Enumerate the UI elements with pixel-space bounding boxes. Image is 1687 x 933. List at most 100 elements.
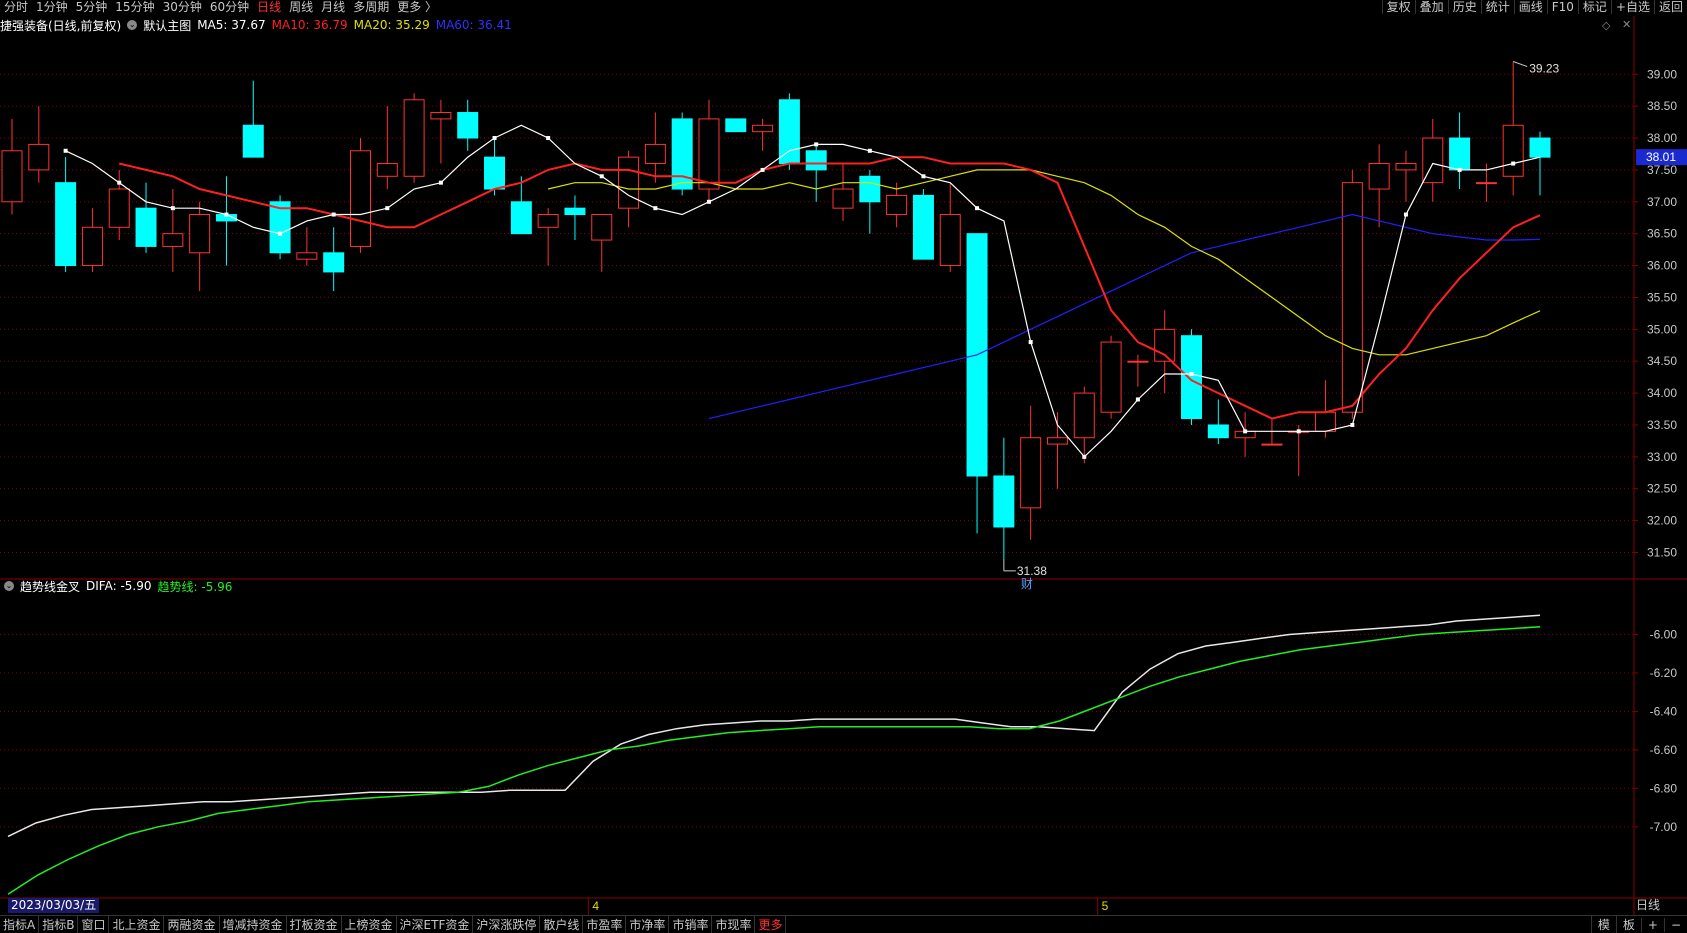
chart-canvas[interactable]: 39.0038.5038.0037.5037.0036.5036.0035.50… — [0, 0, 1687, 932]
indicator-tab[interactable]: 市盈率 — [583, 916, 627, 933]
candle — [537, 208, 559, 266]
ma5-line-point — [1243, 429, 1248, 434]
candle-body — [912, 194, 934, 260]
candle — [162, 189, 184, 272]
template-button[interactable]: 模 — [1590, 916, 1616, 933]
more-indicators-tab[interactable]: 更多 — [755, 916, 787, 933]
add-watchlist-button[interactable]: +自选 — [1610, 0, 1654, 14]
indicator-tab[interactable]: 指标B — [39, 916, 79, 933]
ma5-line-point — [331, 212, 336, 217]
candle — [1100, 335, 1122, 419]
ma5-line-point — [921, 174, 926, 179]
dropdown-circle-icon[interactable]: ⌄ — [4, 581, 14, 591]
period-tab[interactable]: 30分钟 — [159, 0, 206, 14]
indicator-tab[interactable]: 窗口 — [78, 916, 110, 933]
candle-body — [1020, 437, 1042, 509]
candle-body — [1181, 335, 1203, 420]
indicator-tab[interactable]: 沪深涨跌停 — [473, 916, 541, 933]
main-chart-legend: 捷强装备(日线,前复权) ⌄ 默认主图 MA5: 37.67 MA10: 36.… — [0, 17, 518, 33]
period-tab[interactable]: 分时 — [0, 0, 32, 14]
candle — [242, 80, 264, 158]
candle-body — [1475, 182, 1497, 185]
indicator-tab[interactable]: 沪深ETF资金 — [397, 916, 474, 933]
candle — [1395, 150, 1417, 202]
close-icon[interactable]: ✕ — [1622, 18, 1631, 31]
candle-body — [189, 214, 211, 254]
indicator-tab[interactable]: 增减持资金 — [220, 916, 287, 933]
history-button[interactable]: 历史 — [1447, 0, 1481, 14]
period-tab-daily[interactable]: 日线 — [253, 0, 285, 14]
difa-label: DIFA: -5.90 — [86, 579, 152, 593]
candle-body — [349, 150, 371, 247]
period-tab[interactable]: 周线 — [285, 0, 317, 14]
candle — [403, 93, 425, 183]
ma5-line-point — [546, 136, 551, 141]
y-tick-label: 36.50 — [1647, 227, 1677, 241]
candle-body — [1395, 163, 1417, 171]
candle — [859, 169, 881, 234]
board-button[interactable]: 板 — [1615, 916, 1641, 933]
stats-button[interactable]: 统计 — [1480, 0, 1514, 14]
candle-body — [55, 182, 77, 267]
y-tick-label: 34.00 — [1647, 386, 1677, 400]
candle — [376, 106, 398, 190]
indicator-tab[interactable]: 市净率 — [626, 916, 670, 933]
y-tick-label: 36.00 — [1647, 259, 1677, 273]
ma5-line-point — [170, 206, 175, 211]
ma5-line-point — [1296, 429, 1301, 434]
candle — [832, 163, 854, 221]
candle-body — [564, 207, 586, 216]
indicator-tab[interactable]: 市现率 — [712, 916, 756, 933]
candle-body — [1046, 437, 1068, 445]
candle — [457, 99, 479, 151]
adjust-button[interactable]: 复权 — [1381, 0, 1415, 14]
period-tab[interactable]: 1分钟 — [32, 0, 72, 14]
period-tab[interactable]: 多周期 — [349, 0, 393, 14]
ma5-line-point — [1511, 161, 1516, 166]
candle — [1, 118, 23, 215]
ma5-line-point — [492, 136, 497, 141]
indicator-tab[interactable]: 指标A — [0, 916, 40, 933]
period-tab[interactable]: 5分钟 — [72, 0, 112, 14]
y-tick-label: 34.50 — [1647, 354, 1677, 368]
statusbar-controls: 模 板 + − — [1590, 916, 1687, 933]
more-periods-button[interactable]: 更多 〉 — [393, 0, 441, 14]
candle — [939, 182, 961, 272]
dropdown-circle-icon[interactable]: ⌄ — [127, 20, 138, 30]
candle — [591, 214, 613, 272]
diamond-icon[interactable]: ◇ — [1602, 19, 1610, 32]
template-name[interactable]: 默认主图 — [143, 17, 191, 34]
ma20-label: MA20: 35.29 — [353, 18, 430, 32]
overlay-button[interactable]: 叠加 — [1414, 0, 1448, 14]
candle-body — [1341, 182, 1363, 413]
indicator-tab[interactable]: 上榜资金 — [342, 916, 397, 933]
ma5-line-point — [1189, 371, 1194, 376]
candle — [805, 144, 827, 202]
period-tab[interactable]: 15分钟 — [111, 0, 158, 14]
cursor-date-label: 2023/03/03/五 — [8, 898, 100, 913]
candle — [644, 112, 666, 183]
indicator-tab[interactable]: 北上资金 — [109, 916, 165, 933]
candle-body — [618, 156, 640, 209]
indicator-tab[interactable]: 两融资金 — [164, 916, 220, 933]
indicator-name[interactable]: 趋势线金叉 — [20, 578, 80, 595]
ma5-line-point — [653, 206, 658, 211]
f10-button[interactable]: F10 — [1546, 0, 1578, 14]
candle-body — [752, 124, 774, 133]
draw-button[interactable]: 画线 — [1513, 0, 1547, 14]
mark-button[interactable]: 标记 — [1577, 0, 1611, 14]
period-tab[interactable]: 60分钟 — [206, 0, 253, 14]
back-button[interactable]: 返回 — [1653, 0, 1687, 14]
ma60-label: MA60: 36.41 — [435, 18, 512, 32]
indicator-tab[interactable]: 打板资金 — [287, 916, 342, 933]
indicator-tab[interactable]: 市销率 — [669, 916, 713, 933]
indicator-legend: ⌄ 趋势线金叉 DIFA: -5.90 趋势线: -5.96 — [4, 578, 238, 594]
zoom-out-button[interactable]: − — [1663, 917, 1687, 932]
zoom-in-button[interactable]: + — [1640, 917, 1664, 932]
ma5-line-point — [63, 148, 68, 153]
period-tab[interactable]: 月线 — [317, 0, 349, 14]
indicator-tab[interactable]: 散户线 — [540, 916, 584, 933]
candle-body — [1449, 137, 1471, 171]
ma20-line — [547, 169, 1541, 356]
candle-body — [1502, 124, 1524, 177]
